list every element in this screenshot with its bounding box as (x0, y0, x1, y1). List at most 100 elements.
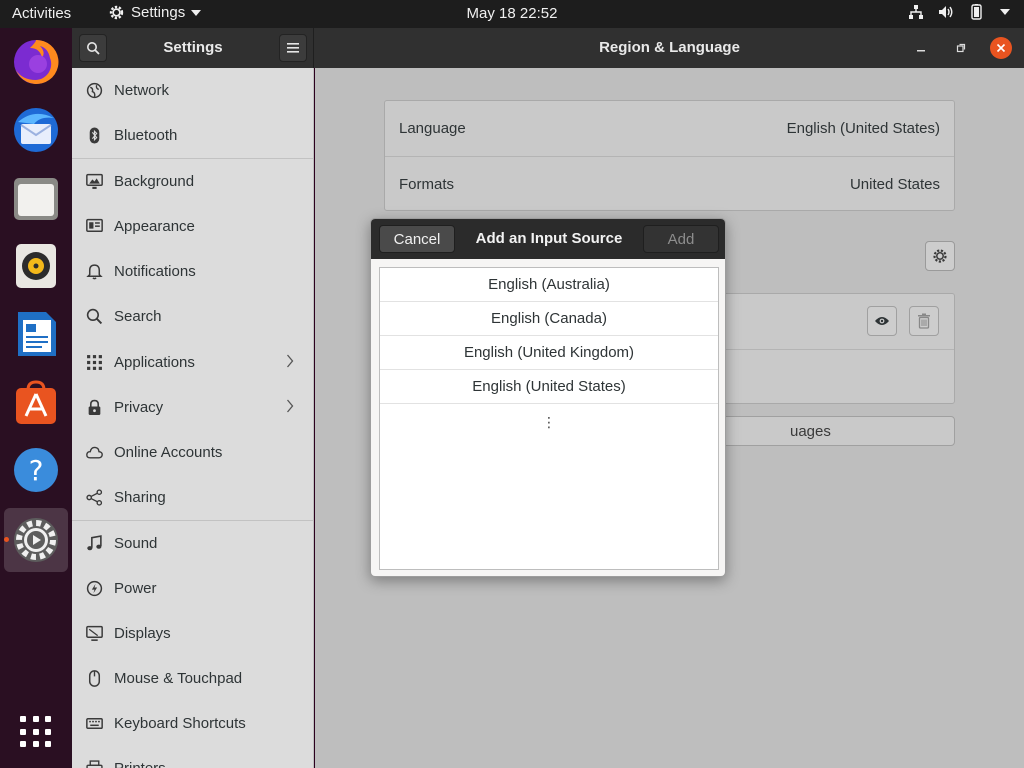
cloud-icon (86, 446, 103, 459)
sidebar-item-background[interactable]: Background (72, 159, 313, 204)
search-icon (86, 308, 103, 325)
volume-icon (939, 6, 953, 18)
sidebar-item-online-accounts[interactable]: Online Accounts (72, 430, 313, 475)
more-vertical-icon: ⋮ (542, 414, 556, 430)
dock: ? (0, 28, 72, 768)
sidebar-item-power[interactable]: Power (72, 566, 313, 611)
list-item[interactable]: English (Australia) (380, 268, 718, 302)
sidebar-item-notifications[interactable]: Notifications (72, 249, 313, 294)
settings-sidebar: Network Bluetooth Background Appearance (72, 68, 314, 768)
background-icon (86, 173, 103, 189)
system-tray[interactable] (908, 4, 1010, 20)
sidebar-item-label: Appearance (114, 218, 195, 235)
sidebar-item-mouse-touchpad[interactable]: Mouse & Touchpad (72, 656, 313, 701)
chevron-right-icon (287, 354, 294, 368)
close-button[interactable] (990, 37, 1012, 59)
sidebar-item-label: Applications (114, 354, 195, 371)
sidebar-item-label: Bluetooth (114, 127, 178, 144)
sidebar-item-network[interactable]: Network (72, 68, 313, 113)
sidebar-header: Settings (72, 28, 314, 68)
preview-layout-button[interactable] (867, 306, 897, 336)
network-icon (909, 5, 923, 19)
trash-icon (918, 313, 930, 329)
sidebar-item-search[interactable]: Search (72, 294, 313, 339)
caret-down-icon (191, 9, 202, 16)
more-options-button[interactable]: ⋮ (380, 414, 718, 431)
restore-icon (956, 43, 966, 53)
sidebar-item-label: Sound (114, 535, 158, 552)
chevron-right-icon (287, 399, 294, 413)
remove-input-source-button[interactable] (909, 306, 939, 336)
sidebar-item-applications[interactable]: Applications (72, 340, 313, 385)
dock-thunderbird[interactable] (10, 104, 62, 156)
sidebar-item-sharing[interactable]: Sharing (72, 475, 313, 520)
app-menu-label: Settings (131, 4, 186, 21)
menu-button[interactable] (279, 34, 307, 62)
system-menu-chevron-icon (1000, 9, 1010, 15)
sidebar-title: Settings (163, 39, 223, 56)
rhythmbox-icon (16, 244, 56, 288)
lock-icon (88, 399, 101, 415)
display-icon (86, 625, 103, 641)
dock-help[interactable]: ? (10, 444, 62, 496)
manage-languages-label: uages (790, 423, 831, 440)
appearance-icon (86, 218, 103, 233)
sidebar-item-label: Online Accounts (114, 444, 223, 461)
writer-icon (18, 312, 56, 356)
sidebar-item-privacy[interactable]: Privacy (72, 385, 313, 430)
top-bar: Activities Settings May 18 22:52 (0, 0, 1024, 28)
dock-settings[interactable] (4, 508, 68, 572)
close-icon (996, 43, 1006, 53)
sidebar-item-label: Mouse & Touchpad (114, 670, 243, 687)
dock-rhythmbox[interactable] (10, 240, 62, 292)
sidebar-item-label: Background (114, 173, 195, 190)
sidebar-item-keyboard-shortcuts[interactable]: Keyboard Shortcuts (72, 701, 313, 746)
sidebar-item-printers[interactable]: Printers (72, 746, 313, 768)
sidebar-item-label: Notifications (114, 263, 196, 280)
mouse-icon (88, 670, 101, 687)
list-item[interactable]: English (United Kingdom) (380, 336, 718, 370)
language-value: English (United States) (786, 120, 940, 137)
dock-software[interactable] (10, 376, 62, 428)
language-row[interactable]: Language English (United States) (385, 101, 954, 156)
input-source-list: English (Australia) English (Canada) Eng… (379, 267, 719, 570)
app-menu[interactable]: Settings (108, 4, 202, 21)
formats-label: Formats (399, 176, 455, 193)
add-input-source-dialog: Cancel Add an Input Source Add English (… (370, 218, 726, 577)
formats-row[interactable]: Formats United States (385, 157, 954, 212)
minimize-button[interactable] (910, 37, 932, 59)
thunderbird-icon (14, 108, 58, 152)
keyboard-icon (86, 717, 103, 730)
sidebar-item-appearance[interactable]: Appearance (72, 204, 313, 249)
dock-files[interactable] (10, 172, 62, 224)
dialog-title: Add an Input Source (475, 230, 623, 247)
activities-button[interactable]: Activities (12, 5, 71, 22)
sidebar-item-sound[interactable]: Sound (72, 521, 313, 566)
help-icon: ? (14, 448, 58, 492)
show-applications-icon[interactable] (20, 716, 52, 748)
header-bar: Settings Region & Language (72, 28, 1024, 68)
gear-icon (109, 5, 124, 20)
bell-icon (86, 264, 103, 280)
dock-firefox[interactable] (10, 36, 62, 88)
list-item[interactable]: English (Canada) (380, 302, 718, 336)
gear-icon (933, 249, 947, 263)
input-source-options-button[interactable] (925, 241, 955, 271)
sidebar-item-label: Keyboard Shortcuts (114, 715, 246, 732)
sidebar-item-displays[interactable]: Displays (72, 611, 313, 656)
printer-icon (86, 760, 103, 768)
formats-value: United States (849, 176, 940, 193)
firefox-icon (14, 39, 59, 84)
dialog-header: Cancel Add an Input Source Add (371, 219, 725, 259)
dock-writer[interactable] (10, 308, 62, 360)
add-button[interactable]: Add (643, 225, 719, 253)
bluetooth-icon (89, 127, 100, 144)
minimize-icon (917, 50, 925, 52)
running-indicator (4, 537, 9, 542)
sidebar-item-bluetooth[interactable]: Bluetooth (72, 113, 313, 158)
clock[interactable]: May 18 22:52 (467, 5, 558, 22)
language-formats-card: Language English (United States) Formats… (384, 100, 955, 211)
cancel-button[interactable]: Cancel (379, 225, 455, 253)
maximize-button[interactable] (950, 37, 972, 59)
list-item[interactable]: English (United States) (380, 370, 718, 404)
